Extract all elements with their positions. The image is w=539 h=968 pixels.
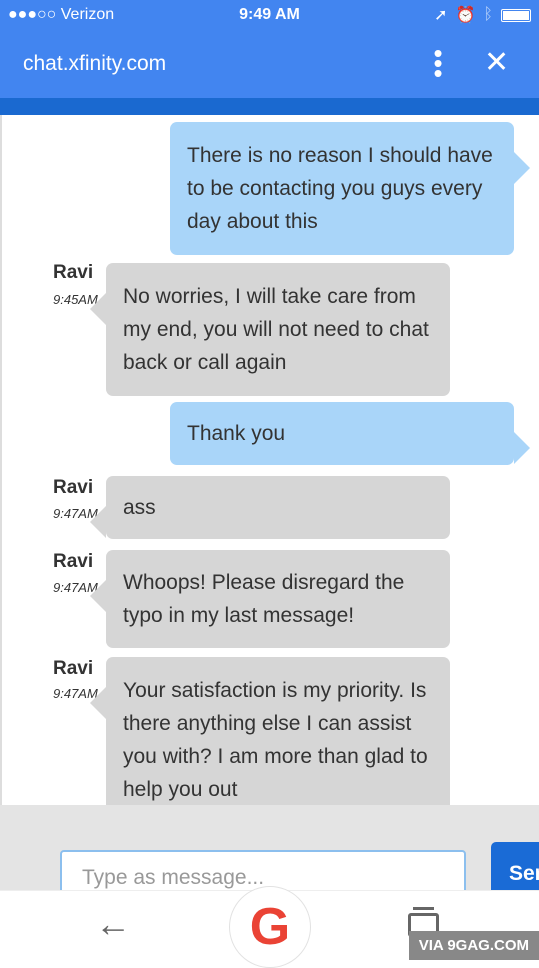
agent-name: Ravi <box>53 477 94 498</box>
agent-name: Ravi <box>53 658 94 679</box>
user-message: Thank you <box>170 402 530 465</box>
browser-header: chat.xfinity.com • • • ✕ <box>0 30 539 98</box>
status-bar: ●●●○○ Verizon 9:49 AM ➚ ⏰ ᛒ <box>0 0 539 30</box>
agent-message: Whoops! Please disregard the typo in my … <box>90 550 450 648</box>
agent-message: ass <box>90 476 450 539</box>
battery-icon <box>501 8 531 22</box>
google-icon[interactable]: G <box>229 886 311 968</box>
page-title: chat.xfinity.com <box>23 52 167 75</box>
composer: Type as message... Send <box>0 805 539 902</box>
agent-message: No worries, I will take care from my end… <box>90 263 450 396</box>
bluetooth-icon: ᛒ <box>483 6 493 23</box>
header-stripe <box>0 98 539 115</box>
bottom-nav: ← G VIA 9GAG.COM <box>0 886 539 968</box>
close-icon[interactable]: ✕ <box>484 45 509 80</box>
back-arrow-icon[interactable]: ← <box>95 903 131 945</box>
agent-message: Your satisfaction is my priority. Is the… <box>90 657 450 805</box>
agent-name: Ravi <box>53 262 94 283</box>
agent-name: Ravi <box>53 551 94 572</box>
user-message: There is no reason I should have to be c… <box>170 122 530 255</box>
watermark: VIA 9GAG.COM <box>408 931 539 960</box>
more-vert-icon[interactable]: • • • <box>428 40 448 86</box>
chat-transcript[interactable]: There is no reason I should have to be c… <box>0 115 539 805</box>
alarm-icon: ⏰ <box>455 7 476 24</box>
location-icon: ➚ <box>434 7 448 24</box>
